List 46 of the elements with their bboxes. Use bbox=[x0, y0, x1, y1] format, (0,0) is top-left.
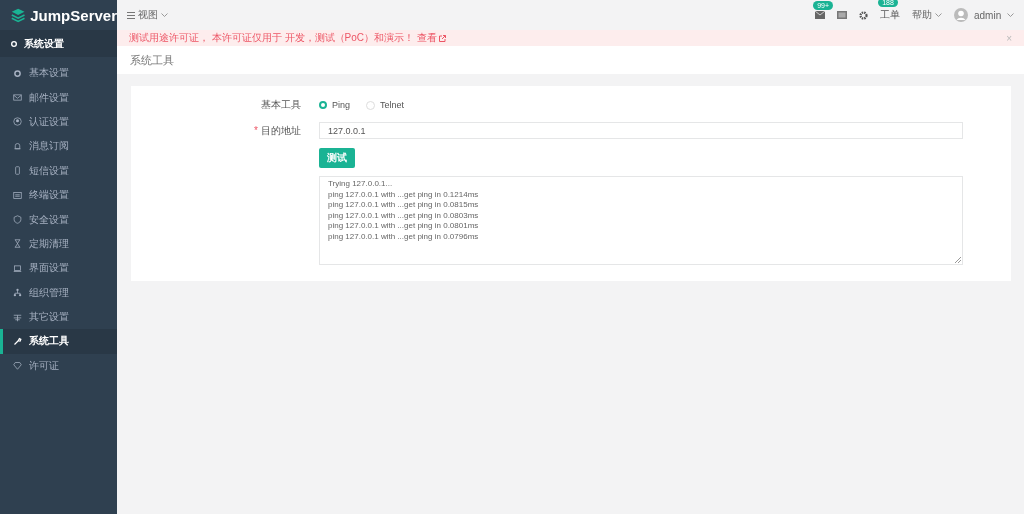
sidebar-item[interactable]: 终端设置 bbox=[0, 182, 117, 208]
gear-icon bbox=[10, 39, 18, 48]
tickets-link[interactable]: 工单 bbox=[880, 8, 901, 22]
field-label: 目的地址 bbox=[261, 124, 301, 138]
user-menu[interactable]: admin bbox=[954, 8, 1014, 22]
output-line: Trying 127.0.0.1... bbox=[328, 179, 394, 190]
caret-icon bbox=[161, 13, 168, 17]
license-warning: 测试用途许可证， 本许可证仅用于 开发，测试（PoC）和演示！ bbox=[129, 31, 414, 45]
output-line: ping 127.0.0.1 with ...get ping in 0.0815ms bbox=[328, 200, 480, 211]
resize-handle-icon[interactable] bbox=[955, 257, 961, 263]
page-title: 系统工具 bbox=[130, 52, 174, 68]
sidebar-item[interactable]: 短信设置 bbox=[0, 158, 117, 183]
radio-option[interactable]: Telnet bbox=[366, 100, 405, 110]
sidebar-section[interactable]: 系统设置 bbox=[0, 30, 117, 57]
help-menu[interactable]: 帮助 bbox=[912, 8, 943, 22]
view-menu[interactable]: 视图 bbox=[127, 8, 168, 22]
output-line: ping 127.0.0.1 with ...get ping in 0.0801ms bbox=[328, 221, 480, 232]
required-mark: * bbox=[254, 124, 258, 138]
sidebar-item[interactable]: 系统工具 bbox=[0, 329, 117, 354]
sidebar-item[interactable]: 安全设置 bbox=[0, 207, 117, 232]
address-field[interactable]: 127.0.0.1 bbox=[319, 122, 963, 139]
terminal-icon[interactable] bbox=[837, 11, 848, 19]
sidebar-item[interactable]: 组织管理 bbox=[0, 280, 117, 305]
sidebar-item[interactable]: 许可证 bbox=[0, 353, 117, 379]
brand-name: JumpServer bbox=[30, 6, 117, 24]
output-line: ping 127.0.0.1 with ...get ping in 0.0796ms bbox=[328, 231, 480, 242]
output-box[interactable] bbox=[319, 176, 963, 265]
sidebar-item[interactable]: 基本设置 bbox=[0, 61, 117, 86]
view-link[interactable]: 查看 bbox=[417, 31, 446, 45]
avatar-icon bbox=[954, 8, 969, 22]
settings-icon[interactable] bbox=[859, 10, 869, 20]
output-line: ping 127.0.0.1 with ...get ping in 0.1214ms bbox=[328, 189, 480, 200]
sidebar-item[interactable]: 邮件设置 bbox=[0, 85, 117, 110]
sidebar-item[interactable]: 界面设置 bbox=[0, 256, 117, 281]
radio-option[interactable]: Ping bbox=[319, 100, 350, 110]
sidebar-item[interactable]: 消息订阅 bbox=[0, 134, 117, 159]
external-link-icon bbox=[439, 34, 446, 42]
output-line: ping 127.0.0.1 with ...get ping in 0.0803ms bbox=[328, 210, 480, 221]
sidebar-item[interactable]: 定期清理 bbox=[0, 231, 117, 257]
logo-icon bbox=[11, 6, 26, 24]
sidebar-item[interactable]: 认证设置 bbox=[0, 109, 117, 135]
caret-icon bbox=[935, 13, 943, 17]
mail-icon[interactable] bbox=[815, 11, 826, 19]
field-label: 基本工具 bbox=[261, 98, 301, 112]
caret-icon bbox=[1007, 13, 1014, 17]
sidebar-item[interactable]: 其它设置 bbox=[0, 304, 117, 330]
